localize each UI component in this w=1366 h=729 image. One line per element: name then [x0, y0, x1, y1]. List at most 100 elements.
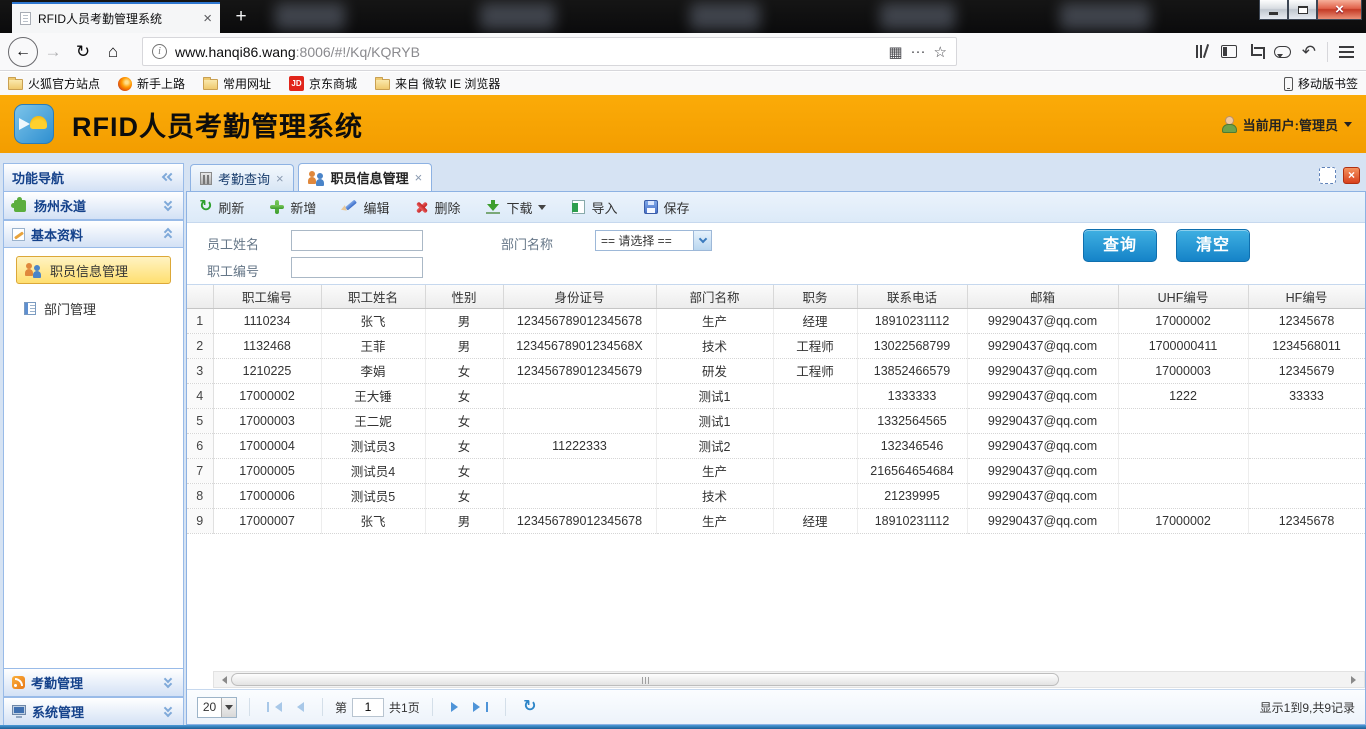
- chat-icon[interactable]: [1274, 46, 1291, 58]
- save-button[interactable]: 保存: [644, 198, 690, 217]
- chevron-double-up-icon[interactable]: [163, 228, 175, 240]
- scroll-left-button[interactable]: [214, 672, 231, 687]
- department-select[interactable]: == 请选择 ==: [595, 230, 712, 251]
- table-cell: 18910231112: [857, 308, 967, 333]
- table-row[interactable]: 21132468王菲男12345678901234568X技术工程师130225…: [187, 333, 1365, 358]
- table-row[interactable]: 517000003王二妮女测试1133256456599290437@qq.co…: [187, 408, 1365, 433]
- sidebar-item-employee-info[interactable]: 职员信息管理: [16, 256, 171, 284]
- employee-code-input[interactable]: [291, 257, 423, 278]
- select-dropdown-button[interactable]: [693, 231, 711, 250]
- tab-attendance-query[interactable]: 考勤查询 ×: [190, 164, 294, 191]
- site-info-icon[interactable]: i: [152, 44, 167, 59]
- reload-grid-button[interactable]: ↻: [518, 696, 542, 718]
- table-row[interactable]: 817000006测试员5女技术2123999599290437@qq.com: [187, 483, 1365, 508]
- minimize-button[interactable]: [1259, 0, 1288, 20]
- tab-close-icon[interactable]: ×: [203, 11, 212, 26]
- page-size-select[interactable]: 20: [197, 697, 237, 718]
- sidebar-item-department[interactable]: 部门管理: [16, 294, 171, 322]
- screenshot-icon[interactable]: [1248, 44, 1263, 59]
- bookmark-item[interactable]: 常用网址: [203, 75, 271, 92]
- tab-employee-info[interactable]: 职员信息管理 ×: [298, 163, 433, 191]
- forward-button[interactable]: →: [38, 37, 68, 67]
- delete-button[interactable]: 删除: [415, 198, 460, 217]
- menu-icon[interactable]: [1339, 46, 1354, 58]
- table-cell: 1210225: [213, 358, 321, 383]
- new-tab-button[interactable]: +: [228, 4, 254, 30]
- query-button[interactable]: 查询: [1083, 229, 1157, 262]
- bookmark-star-icon[interactable]: ☆: [934, 43, 947, 61]
- scroll-right-button[interactable]: [1347, 672, 1364, 687]
- table-row[interactable]: 917000007张飞男123456789012345678生产经理189102…: [187, 508, 1365, 533]
- clear-button[interactable]: 清空: [1176, 229, 1250, 262]
- tab-close-icon[interactable]: ×: [415, 170, 423, 185]
- prev-page-button[interactable]: [286, 696, 310, 718]
- column-header[interactable]: 职工编号: [213, 285, 321, 308]
- scrollbar-thumb[interactable]: [231, 673, 1059, 686]
- current-user-menu[interactable]: 当前用户:管理员: [1221, 115, 1352, 134]
- table-row[interactable]: 717000005测试员4女生产21656465468499290437@qq.…: [187, 458, 1365, 483]
- sidebar-panel-attendance[interactable]: 考勤管理: [4, 669, 183, 697]
- fullscreen-button[interactable]: [1319, 167, 1336, 184]
- url-bar[interactable]: i www.hanqi86.wang:8006/#!/Kq/KQRYB ▦ ··…: [142, 37, 957, 66]
- close-button[interactable]: ×: [1317, 0, 1362, 20]
- grid-body: 11110234张飞男123456789012345678生产经理1891023…: [187, 308, 1365, 533]
- tab-close-icon[interactable]: ×: [276, 171, 284, 186]
- column-header[interactable]: 邮箱: [967, 285, 1118, 308]
- column-header[interactable]: 联系电话: [857, 285, 967, 308]
- import-button[interactable]: 导入: [572, 198, 617, 217]
- column-header[interactable]: 性别: [425, 285, 503, 308]
- add-button[interactable]: 新增: [270, 198, 316, 217]
- table-row[interactable]: 417000002王大锤女测试1133333399290437@qq.com12…: [187, 383, 1365, 408]
- table-row[interactable]: 617000004测试员3女11222333测试2132346546992904…: [187, 433, 1365, 458]
- panel-label: 系统管理: [32, 702, 84, 721]
- column-header[interactable]: 身份证号: [503, 285, 656, 308]
- column-header[interactable]: 部门名称: [656, 285, 773, 308]
- sidebar-panel-yangzhou[interactable]: 扬州永道: [4, 192, 183, 220]
- divider: [322, 698, 323, 716]
- download-button[interactable]: 下载: [486, 198, 546, 217]
- qr-code-icon[interactable]: ▦: [888, 43, 902, 61]
- table-cell: 33333: [1248, 383, 1365, 408]
- column-header[interactable]: UHF编号: [1118, 285, 1248, 308]
- browser-tab[interactable]: RFID人员考勤管理系统 ×: [12, 2, 220, 33]
- sidebar-panel-basic-info[interactable]: 基本资料: [4, 220, 183, 248]
- panel-close-button[interactable]: ×: [1343, 167, 1360, 184]
- edit-button[interactable]: 编辑: [342, 198, 389, 217]
- home-button[interactable]: ⌂: [98, 37, 128, 67]
- bookmark-label: 移动版书签: [1298, 75, 1358, 92]
- table-cell: [773, 383, 857, 408]
- column-header[interactable]: 职工姓名: [321, 285, 425, 308]
- table-row[interactable]: 31210225李娟女123456789012345679研发工程师138524…: [187, 358, 1365, 383]
- sidebar-toggle-icon[interactable]: [1221, 45, 1237, 58]
- page-actions-icon[interactable]: ···: [911, 43, 926, 60]
- refresh-button[interactable]: ↻刷新: [199, 198, 244, 217]
- chevron-double-down-icon[interactable]: [163, 706, 175, 718]
- undo-icon[interactable]: ↶: [1302, 43, 1316, 60]
- first-page-button[interactable]: [262, 696, 286, 718]
- reload-button[interactable]: ↻: [68, 37, 98, 67]
- next-page-button[interactable]: [445, 696, 469, 718]
- bookmark-item-mobile[interactable]: 移动版书签: [1284, 75, 1358, 92]
- library-icon[interactable]: [1195, 44, 1210, 59]
- employee-name-input[interactable]: [291, 230, 423, 251]
- bookmark-item[interactable]: 新手上路: [118, 75, 185, 92]
- bookmark-item[interactable]: 来自 微软 IE 浏览器: [375, 75, 500, 92]
- url-text[interactable]: www.hanqi86.wang:8006/#!/Kq/KQRYB: [175, 44, 880, 60]
- back-button[interactable]: ←: [8, 37, 38, 67]
- collapse-sidebar-icon[interactable]: [163, 172, 175, 184]
- bookmark-item[interactable]: 火狐官方站点: [8, 75, 100, 92]
- maximize-button[interactable]: [1288, 0, 1317, 20]
- page-number-input[interactable]: [352, 698, 384, 717]
- table-cell: [773, 458, 857, 483]
- column-header[interactable]: HF编号: [1248, 285, 1365, 308]
- sidebar-panel-system[interactable]: 系统管理: [4, 697, 183, 725]
- table-cell: [1118, 458, 1248, 483]
- table-row[interactable]: 11110234张飞男123456789012345678生产经理1891023…: [187, 308, 1365, 333]
- bookmark-item[interactable]: JD京东商城: [289, 75, 357, 92]
- select-dropdown-button[interactable]: [221, 698, 236, 717]
- horizontal-scrollbar[interactable]: [213, 671, 1365, 688]
- chevron-double-down-icon[interactable]: [163, 677, 175, 689]
- last-page-button[interactable]: [469, 696, 493, 718]
- column-header[interactable]: 职务: [773, 285, 857, 308]
- chevron-double-down-icon[interactable]: [163, 200, 175, 212]
